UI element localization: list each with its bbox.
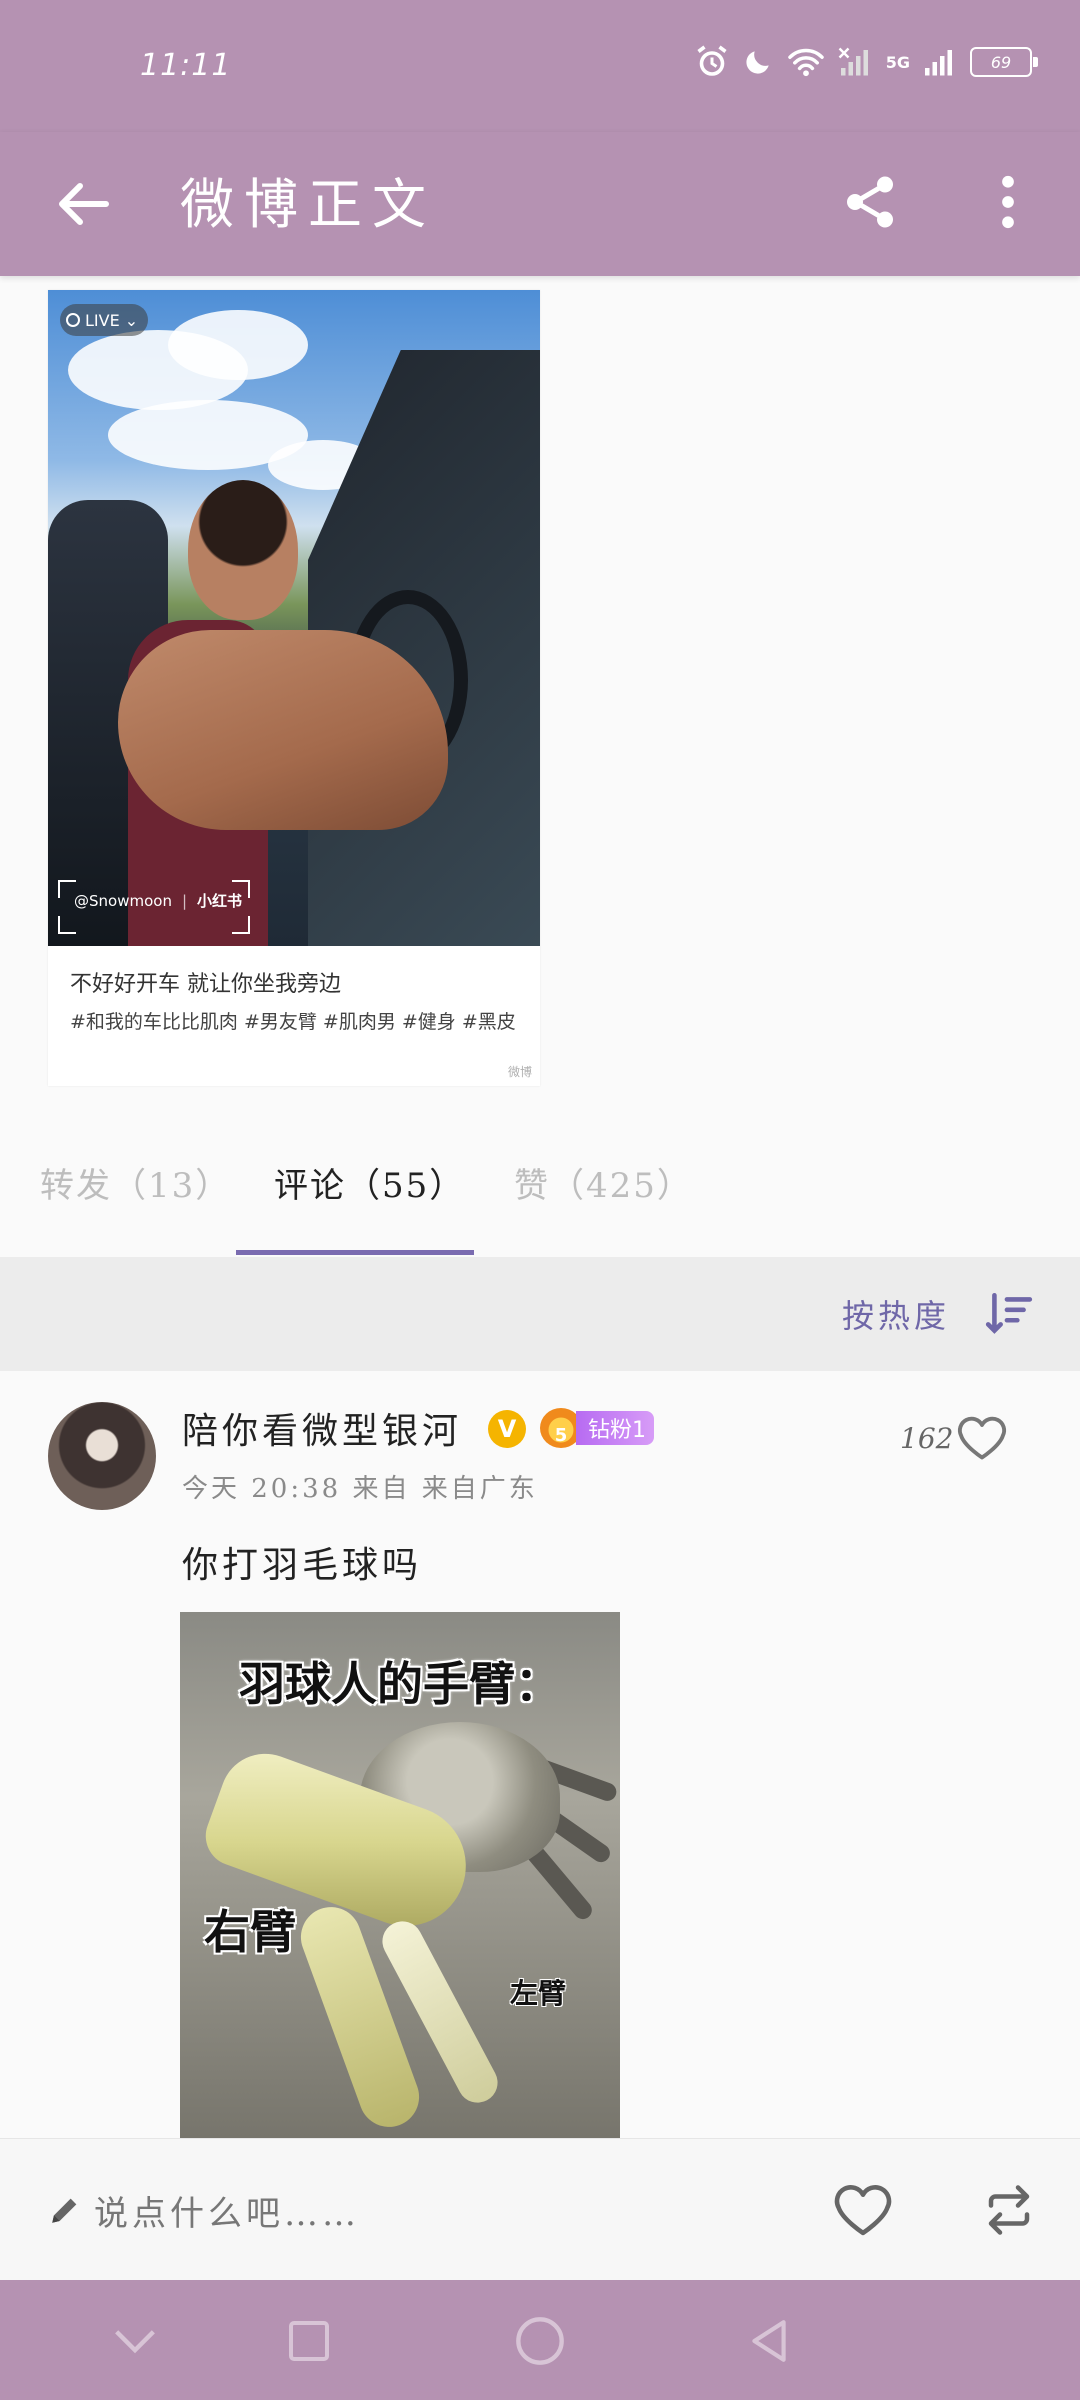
live-badge[interactable]: LIVE ⌄ [60,304,149,336]
arrow-left-icon [59,183,109,225]
pencil-icon [52,2198,77,2223]
chevron-down-icon: ⌄ [124,310,139,330]
status-bar: 11:11 5G 69 [0,0,1080,132]
fan-badge[interactable]: 5 钻粉1 [540,1408,654,1448]
triangle-back-icon [752,2320,786,2362]
share-icon [847,176,893,228]
image-caption-top: 羽球人的手臂： [239,1657,561,1711]
verified-badge: V [488,1410,526,1448]
tab-reposts[interactable]: 转发（13） [40,1158,231,1207]
page-title: 微博正文 [180,173,436,236]
fan-level: 5 [554,1425,568,1446]
comment-like-count: 162 [900,1422,954,1455]
more-vertical-icon [1002,175,1014,229]
heart-icon[interactable] [956,1414,1008,1462]
share-button[interactable] [828,160,912,244]
nav-back-button[interactable] [734,2306,804,2376]
square-icon [289,2321,329,2361]
live-label: LIVE [85,310,120,330]
repost-icon [988,2185,1030,2235]
nav-recents-button[interactable] [274,2306,344,2376]
tab-comments[interactable]: 评论（55） [274,1158,465,1207]
image-label-right-arm: 右臂 [204,1905,296,1959]
comment-input-placeholder: 说点什么吧…… [94,2193,360,2234]
watermark-brand: 小红书 [197,892,243,910]
comment-input[interactable]: 说点什么吧…… [48,2177,608,2243]
comment-meta: 今天 20:38 来自 来自广东 [182,1474,538,1504]
nav-hide-button[interactable] [100,2306,170,2376]
status-time: 11:11 [140,48,232,83]
repost-button[interactable] [974,2177,1044,2243]
signal-icon [925,50,952,76]
battery-icon: 69 [970,47,1038,77]
tab-likes[interactable]: 赞（425） [514,1158,693,1207]
more-options-button[interactable] [968,160,1048,244]
image-label-left-arm: 左臂 [510,1977,567,2010]
comment-text: 你打羽毛球吗 [182,1545,423,1586]
post-photo[interactable]: LIVE ⌄ @Snowmoon | 小红书 [48,290,540,946]
fan-badge-label: 钻粉1 [576,1411,654,1445]
back-button[interactable] [46,166,122,242]
sort-bar: 按热度 [0,1257,1080,1371]
like-button[interactable] [828,2177,898,2243]
bottom-action-bar: 说点什么吧…… [0,2138,1080,2280]
tab-active-indicator [236,1250,474,1255]
photo-watermark: @Snowmoon | 小红书 [74,891,243,911]
system-nav-bar [0,2280,1080,2400]
post-card[interactable]: LIVE ⌄ @Snowmoon | 小红书 不好好开车 就让你坐我旁边 #和我… [48,290,540,1086]
signal-off-icon [838,47,868,76]
wifi-icon [787,48,824,77]
watermark-handle: @Snowmoon [74,891,172,910]
chevron-down-icon [115,2330,155,2354]
moon-icon [746,51,769,74]
network-type-label: 5G [885,52,910,72]
heart-icon [834,2185,892,2236]
status-icons: 5G 69 [694,44,1038,80]
comment-image[interactable]: 羽球人的手臂： 右臂 左臂 [180,1612,620,2138]
tabs-bar: 转发（13） 评论（55） 赞（425） [0,1104,1080,1255]
battery-level: 69 [990,52,1012,72]
avatar[interactable] [48,1402,156,1510]
live-icon [66,313,80,327]
alarm-icon [697,45,727,76]
commenter-name[interactable]: 陪你看微型银河 [182,1402,462,1454]
comment-item[interactable]: 陪你看微型银河 V 5 钻粉1 今天 20:38 来自 来自广东 162 你打羽… [0,1372,1080,2138]
sort-by-hot-button[interactable]: 按热度 [842,1291,950,1337]
sort-icon[interactable] [984,1289,1034,1339]
app-bar: 微博正文 [0,132,1080,276]
nav-home-button[interactable] [505,2306,575,2376]
circle-icon [516,2317,564,2365]
post-tags[interactable]: #和我的车比比肌肉 #男友臂 #肌肉男 #健身 #黑皮 [70,1006,530,1038]
post-caption: 不好好开车 就让你坐我旁边 [70,972,341,997]
post-credit-watermark: 微博 [507,1065,532,1079]
